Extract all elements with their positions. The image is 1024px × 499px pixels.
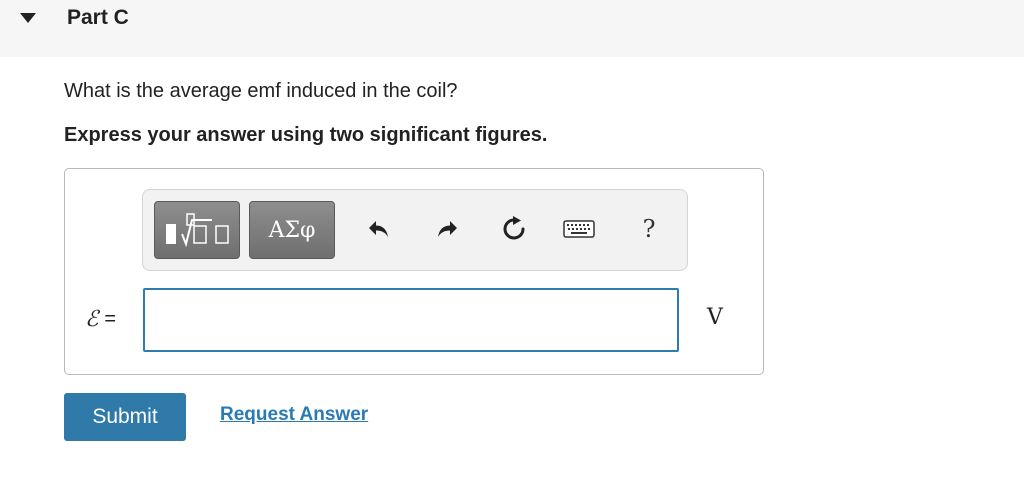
- answer-instruction: Express your answer using two significan…: [64, 124, 548, 146]
- equals-sign: =: [104, 308, 117, 330]
- reset-icon[interactable]: [497, 212, 531, 246]
- redo-icon[interactable]: [430, 212, 464, 246]
- question-text: What is the average emf induced in the c…: [64, 80, 458, 102]
- caret-down-icon[interactable]: [19, 11, 37, 23]
- variable-label: ℰ =: [85, 307, 116, 332]
- math-templates-icon: [166, 213, 229, 248]
- unit-label: V: [707, 305, 723, 330]
- part-title: Part C: [67, 6, 129, 29]
- symbols-button[interactable]: ΑΣφ: [249, 201, 335, 259]
- submit-button[interactable]: Submit: [64, 393, 186, 441]
- keyboard-icon[interactable]: [562, 212, 596, 246]
- answer-input[interactable]: [143, 288, 679, 352]
- request-answer-link[interactable]: Request Answer: [220, 404, 368, 426]
- part-header: Part C: [0, 0, 1024, 57]
- emf-symbol: ℰ: [85, 307, 99, 332]
- help-button[interactable]: ?: [632, 212, 666, 246]
- undo-icon[interactable]: [362, 212, 396, 246]
- templates-button[interactable]: [154, 201, 240, 259]
- answer-box: ΑΣφ ? ℰ = V: [64, 168, 764, 375]
- math-toolbar: ΑΣφ ?: [142, 189, 688, 271]
